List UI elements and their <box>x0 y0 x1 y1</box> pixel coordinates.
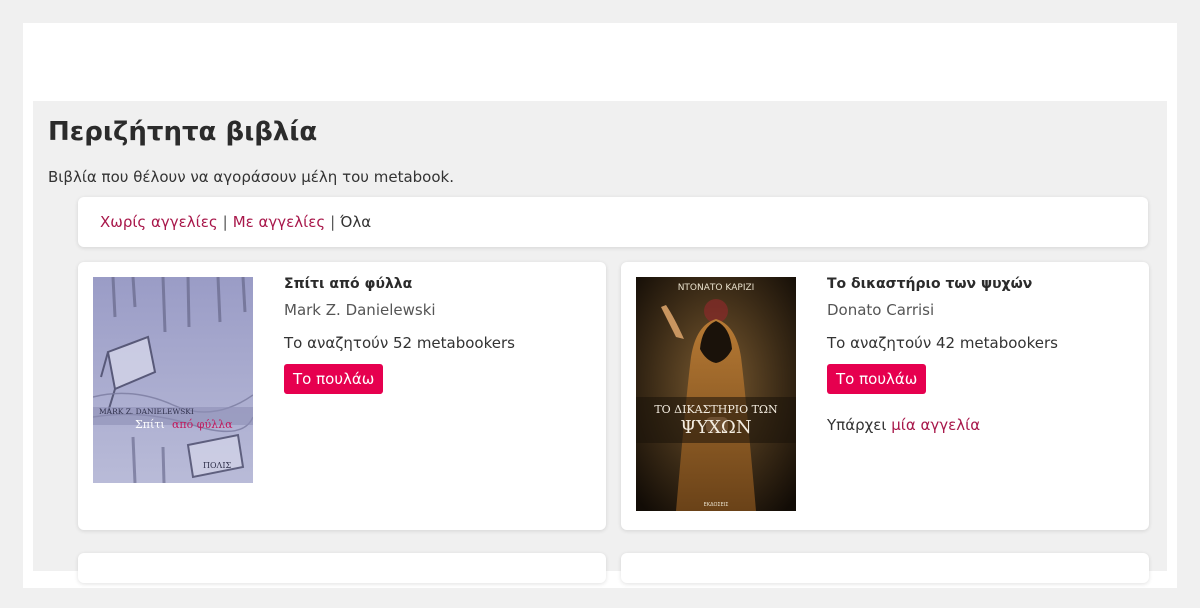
book-title[interactable]: Το δικαστήριο των ψυχών <box>827 276 1139 292</box>
filter-bar: Χωρίς αγγελίες | Με αγγελίες | Όλα <box>78 197 1148 247</box>
book-cover-art: ΝΤΟΝΑΤΟ ΚΑΡΙΖΙ ΤΟ ΔΙΚΑΣΤΗΡΙΟ ΤΩΝ ΨΥΧΩΝ Ε… <box>636 277 796 511</box>
cover-title-line1: ΤΟ ΔΙΚΑΣΤΗΡΙΟ ΤΩΝ <box>654 403 778 416</box>
page-subtitle: Βιβλία που θέλουν να αγοράσουν μέλη του … <box>48 168 454 186</box>
book-wanted-count: Το αναζητούν 42 metabookers <box>827 334 1058 352</box>
cover-title-line2: ΨΥΧΩΝ <box>680 417 751 438</box>
cover-author-text: ΝΤΟΝΑΤΟ ΚΑΡΙΖΙ <box>678 283 755 293</box>
filter-with-listings-link[interactable]: Με αγγελίες <box>233 213 325 231</box>
filter-without-listings-link[interactable]: Χωρίς αγγελίες <box>100 213 218 231</box>
book-card: MARK Z. DANIELEWSKI Σπίτι από φύλλα ΠΟΛΙ… <box>78 262 606 530</box>
book-author: Donato Carrisi <box>827 301 935 319</box>
book-wanted-count: Το αναζητούν 52 metabookers <box>284 334 515 352</box>
filter-separator: | <box>330 213 336 231</box>
book-author: Mark Z. Danielewski <box>284 301 436 319</box>
wanted-books-section: Περιζήτητα βιβλία Βιβλία που θέλουν να α… <box>33 101 1167 583</box>
listing-info: Υπάρχει μία αγγελία <box>827 416 1139 434</box>
book-info: Το δικαστήριο των ψυχών Donato Carrisi Τ… <box>827 276 1139 434</box>
filter-separator: | <box>222 213 228 231</box>
cover-publisher-text: ΠΟΛΙΣ <box>203 461 231 470</box>
page-title: Περιζήτητα βιβλία <box>48 117 318 147</box>
filter-all-current: Όλα <box>340 213 372 231</box>
cover-title-plain: Σπίτι <box>135 418 165 431</box>
book-cover-image[interactable]: MARK Z. DANIELEWSKI Σπίτι από φύλλα ΠΟΛΙ… <box>93 277 253 483</box>
book-card-partial <box>78 553 606 583</box>
book-card-partial <box>621 553 1149 583</box>
book-title[interactable]: Σπίτι από φύλλα <box>284 276 596 292</box>
book-cover-image[interactable]: ΝΤΟΝΑΤΟ ΚΑΡΙΖΙ ΤΟ ΔΙΚΑΣΤΗΡΙΟ ΤΩΝ ΨΥΧΩΝ Ε… <box>636 277 796 511</box>
book-info: Σπίτι από φύλλα Mark Z. Danielewski Το α… <box>284 276 596 394</box>
page-frame: Περιζήτητα βιβλία Βιβλία που θέλουν να α… <box>23 23 1177 588</box>
cover-title-accent: από φύλλα <box>172 418 233 431</box>
book-cover-art: MARK Z. DANIELEWSKI Σπίτι από φύλλα ΠΟΛΙ… <box>93 277 253 483</box>
listing-link[interactable]: μία αγγελία <box>891 416 980 434</box>
listing-prefix: Υπάρχει <box>827 416 887 434</box>
cover-publisher-text: ΕΚΔΟΣΕΙΣ <box>704 502 729 508</box>
sell-button[interactable]: Το πουλάω <box>827 364 927 394</box>
sell-button[interactable]: Το πουλάω <box>284 364 384 394</box>
cover-author-text: MARK Z. DANIELEWSKI <box>99 407 194 416</box>
book-card: ΝΤΟΝΑΤΟ ΚΑΡΙΖΙ ΤΟ ΔΙΚΑΣΤΗΡΙΟ ΤΩΝ ΨΥΧΩΝ Ε… <box>621 262 1149 530</box>
